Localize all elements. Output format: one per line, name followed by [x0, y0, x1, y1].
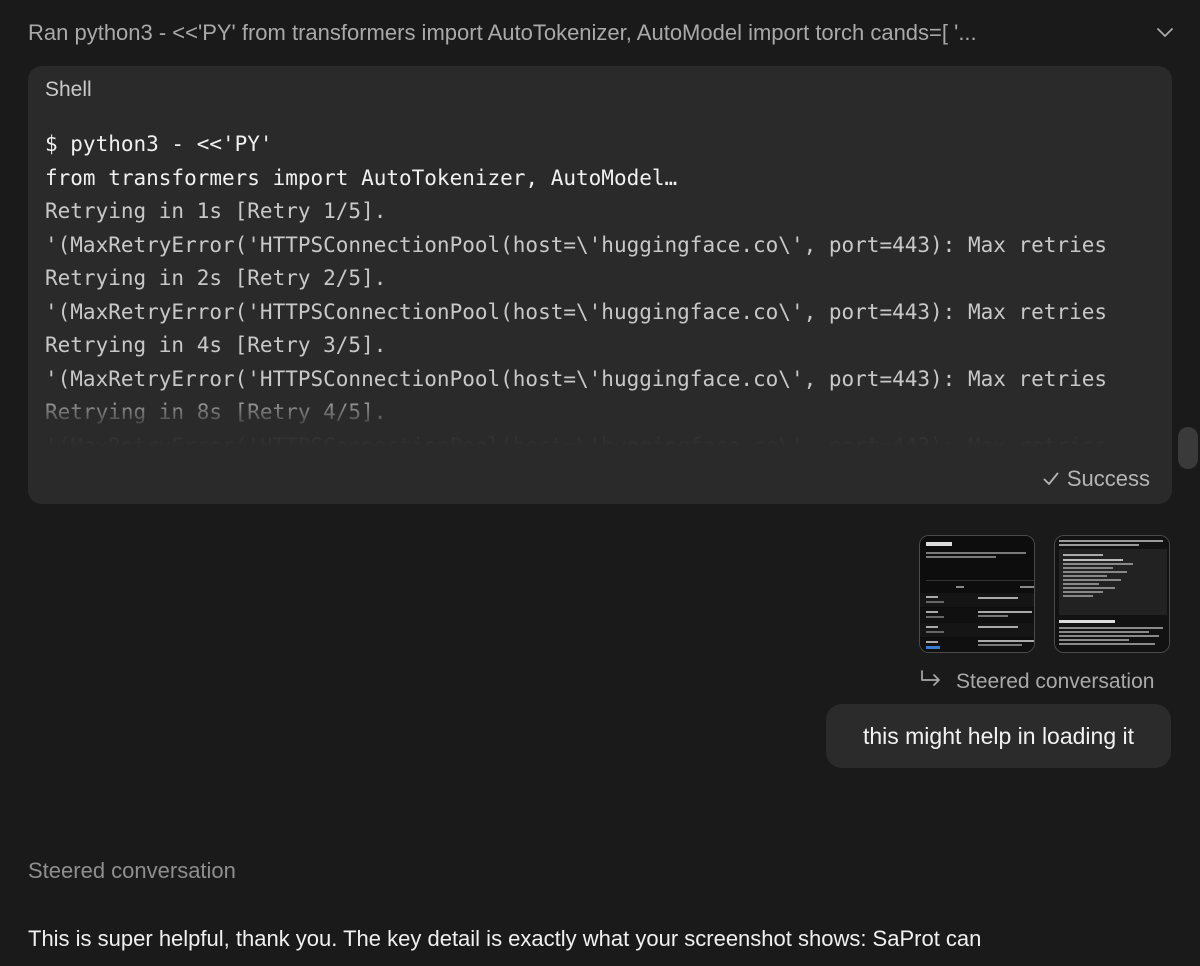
shell-output-line: Retrying in 8s [Retry 4/5]. — [45, 400, 387, 424]
status-badge: Success — [1043, 466, 1150, 492]
checkmark-icon — [1043, 466, 1059, 492]
return-arrow-icon — [920, 670, 942, 694]
steered-conversation-label: Steered conversation — [956, 670, 1155, 693]
shell-output-line: '(MaxRetryError('HTTPSConnectionPool(hos… — [45, 366, 1108, 391]
status-text: Success — [1066, 466, 1150, 491]
steered-conversation-heading: Steered conversation — [28, 858, 236, 883]
steered-conversation-indicator: Steered conversation — [920, 668, 1154, 696]
conversation-view: Ran python3 - <<'PY' from transformers i… — [0, 0, 1200, 966]
shell-command-line: $ python3 - <<'PY' — [45, 132, 273, 156]
chevron-down-icon[interactable] — [1156, 24, 1174, 42]
user-message-bubble: this might help in loading it — [826, 704, 1171, 768]
user-message-text: this might help in loading it — [862, 722, 1135, 749]
scrollbar-thumb[interactable] — [1178, 427, 1198, 469]
screenshot-thumbnail-2[interactable] — [1054, 535, 1170, 653]
shell-label: Shell — [45, 78, 92, 101]
screenshot-thumbnail-1[interactable] — [919, 535, 1035, 653]
shell-output-line: Retrying in 2s [Retry 2/5]. — [45, 266, 387, 290]
shell-output-line: Retrying in 4s [Retry 3/5]. — [45, 333, 387, 357]
shell-output-line: Retrying in 1s [Retry 1/5]. — [45, 199, 387, 223]
assistant-message-text: This is super helpful, thank you. The ke… — [28, 926, 982, 951]
shell-output-line: '(MaxRetryError('HTTPSConnectionPool(hos… — [45, 232, 1108, 257]
shell-output-card: Shell $ python3 - <<'PY' from transformer… — [28, 66, 1172, 504]
shell-output-line: '(MaxRetryError('HTTPSConnectionPool(hos… — [45, 433, 1108, 458]
shell-command-line: from transformers import AutoTokenizer, … — [45, 165, 678, 190]
shell-output-line: '(MaxRetryError('HTTPSConnectionPool(hos… — [45, 299, 1108, 324]
shell-output: $ python3 - <<'PY' from transformers impo… — [45, 128, 1170, 504]
run-command-header[interactable]: Ran python3 - <<'PY' from transformers i… — [28, 16, 1174, 50]
run-command-title: Ran python3 - <<'PY' from transformers i… — [28, 20, 977, 45]
